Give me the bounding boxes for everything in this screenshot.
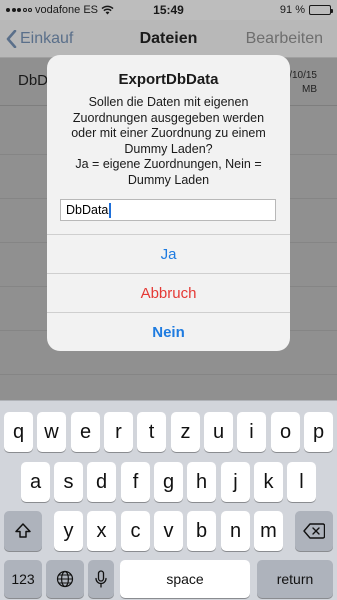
alert-message-line: Ja = eigene Zuordnungen, Nein = <box>75 157 262 172</box>
filename-input[interactable]: DbData <box>60 199 276 221</box>
edit-button[interactable]: Bearbeiten <box>246 20 323 58</box>
key-r[interactable]: r <box>104 412 133 452</box>
alert-message-line: Dummy Laden <box>127 172 210 187</box>
key-g[interactable]: g <box>154 462 183 502</box>
file-date: /10/15 <box>289 70 317 81</box>
ja-button[interactable]: Ja <box>47 234 290 273</box>
key-w[interactable]: w <box>37 412 66 452</box>
key-q[interactable]: q <box>4 412 33 452</box>
key-a[interactable]: a <box>21 462 50 502</box>
key-s[interactable]: s <box>54 462 83 502</box>
key-u[interactable]: u <box>204 412 233 452</box>
filename-input-value: DbData <box>66 203 109 217</box>
alert-message-line: Sollen die Daten mit eigenen <box>88 95 249 109</box>
key-y[interactable]: y <box>54 511 83 551</box>
nein-button[interactable]: Nein <box>47 312 290 351</box>
key-k[interactable]: k <box>254 462 283 502</box>
key-b[interactable]: b <box>187 511 216 551</box>
carrier-label: vodafone ES <box>35 4 98 16</box>
alert-title: ExportDbData <box>118 71 219 88</box>
list-divider <box>0 374 337 375</box>
battery-icon <box>309 5 333 15</box>
navigation-bar: Einkauf Dateien Bearbeiten <box>0 20 337 58</box>
key-m[interactable]: m <box>254 511 283 551</box>
keyboard: q w e r t z u i o p a s d f g h j k l y … <box>0 400 337 600</box>
key-j[interactable]: j <box>221 462 250 502</box>
file-meta: /10/15 MB <box>289 69 317 97</box>
battery-percent: 91 % <box>279 4 305 16</box>
microphone-key[interactable] <box>88 560 114 598</box>
key-h[interactable]: h <box>187 462 216 502</box>
key-l[interactable]: l <box>287 462 316 502</box>
space-key[interactable]: space <box>120 560 250 598</box>
alert-message-line: oder mit einer Zuordnung zu einem <box>71 126 266 141</box>
status-left: vodafone ES <box>6 4 114 16</box>
key-v[interactable]: v <box>154 511 183 551</box>
key-o[interactable]: o <box>271 412 300 452</box>
alert-message-line: Dummy Laden? <box>124 141 213 156</box>
globe-icon <box>56 570 74 588</box>
wifi-icon <box>101 5 114 15</box>
key-i[interactable]: i <box>237 412 266 452</box>
abbruch-button[interactable]: Abbruch <box>47 273 290 312</box>
microphone-icon <box>95 570 107 588</box>
shift-icon <box>15 523 31 538</box>
delete-key[interactable] <box>295 511 333 551</box>
status-bar: vodafone ES 15:49 91 % <box>0 0 337 20</box>
return-key[interactable]: return <box>257 560 333 598</box>
signal-icon <box>6 8 32 12</box>
numbers-key[interactable]: 123 <box>4 560 42 598</box>
shift-key[interactable] <box>4 511 42 551</box>
key-x[interactable]: x <box>87 511 116 551</box>
key-z[interactable]: z <box>171 412 200 452</box>
file-size: MB <box>302 84 317 95</box>
key-p[interactable]: p <box>304 412 333 452</box>
text-cursor <box>109 202 112 218</box>
key-d[interactable]: d <box>87 462 116 502</box>
alert-message-line: Zuordnungen ausgegeben werden <box>72 110 265 125</box>
delete-icon <box>303 523 325 539</box>
key-e[interactable]: e <box>71 412 100 452</box>
globe-key[interactable] <box>46 560 84 598</box>
key-f[interactable]: f <box>121 462 150 502</box>
key-c[interactable]: c <box>121 511 150 551</box>
key-t[interactable]: t <box>137 412 166 452</box>
status-right: 91 % <box>279 4 333 16</box>
alert-message: Sollen die Daten mit eigenen Zuordnungen… <box>59 95 278 189</box>
key-n[interactable]: n <box>221 511 250 551</box>
file-name: DbD <box>18 72 49 89</box>
alert-dialog: ExportDbData Sollen die Daten mit eigene… <box>47 55 290 351</box>
